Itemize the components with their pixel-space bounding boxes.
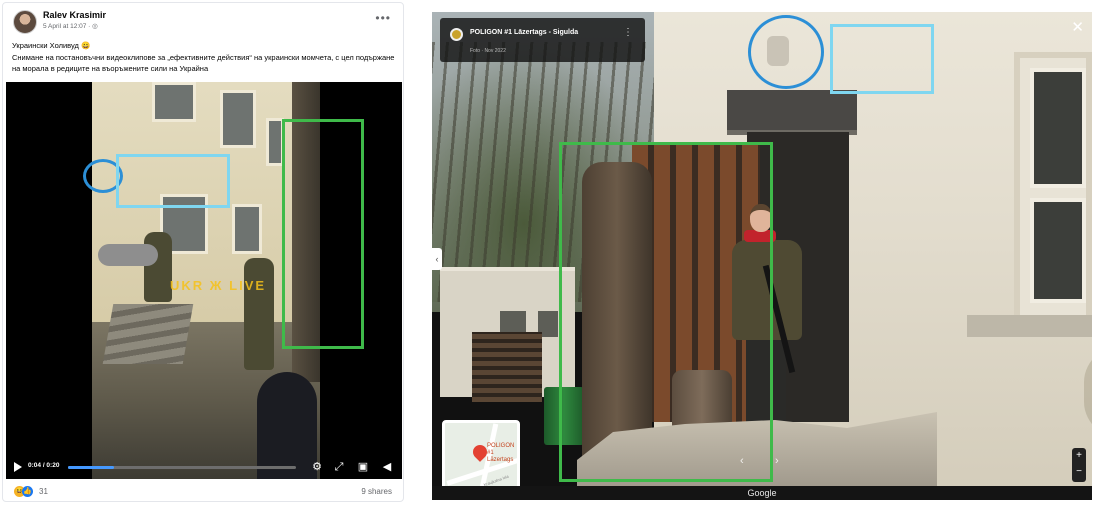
place-info-card[interactable]: POLIGON #1 Lāzertags - Sigulda Foto · No… bbox=[440, 18, 645, 62]
window-pane bbox=[1030, 198, 1086, 303]
building-window bbox=[1014, 52, 1092, 337]
green-barrel bbox=[544, 387, 584, 445]
jacket bbox=[732, 240, 802, 340]
window bbox=[220, 90, 256, 148]
video-frame: UKR Ж LIVE bbox=[92, 82, 320, 479]
window bbox=[232, 204, 262, 254]
menu-dots-icon[interactable]: ⋮ bbox=[623, 27, 633, 38]
fullscreen-icon[interactable]: ⤢ bbox=[332, 460, 346, 474]
soldier bbox=[144, 232, 172, 302]
head bbox=[750, 204, 772, 232]
place-avatar bbox=[450, 28, 463, 41]
post-text-line: Украински Холивуд 😀 bbox=[12, 41, 91, 50]
post-header: Ralev Krasimir 5 April at 12:07 · ◎ ••• bbox=[11, 8, 397, 38]
photo-date: Foto · Nov 2022 bbox=[470, 48, 506, 54]
close-icon[interactable]: ✕ bbox=[1071, 18, 1084, 36]
facebook-post: Ralev Krasimir 5 April at 12:07 · ◎ ••• … bbox=[2, 2, 404, 502]
reactions[interactable]: 😆 👍 bbox=[14, 486, 38, 498]
legs bbox=[746, 338, 786, 424]
window bbox=[152, 82, 196, 122]
author-name[interactable]: Ralev Krasimir bbox=[43, 10, 106, 20]
like-icon: 👍 bbox=[22, 486, 33, 497]
avatar[interactable] bbox=[13, 10, 37, 34]
video-controls: 0:04 / 0:20 ⚙ ⤢ ▣ ◀ bbox=[6, 457, 402, 479]
arrow-right-icon[interactable]: › bbox=[775, 455, 779, 467]
pallets bbox=[472, 332, 542, 402]
stairs bbox=[102, 304, 194, 364]
settings-icon[interactable]: ⚙ bbox=[310, 460, 324, 474]
video-watermark: UKR Ж LIVE bbox=[170, 278, 267, 293]
post-footer: 😆 👍 31 9 shares bbox=[6, 482, 402, 501]
zoom-icon[interactable]: + − bbox=[1072, 448, 1086, 482]
progress-bar[interactable] bbox=[68, 466, 296, 469]
pip-icon[interactable]: ▣ bbox=[356, 460, 370, 474]
wall-stain bbox=[1084, 342, 1092, 442]
play-icon[interactable] bbox=[14, 462, 22, 472]
minimap-label: POLIGON #1 Lāzertags bbox=[487, 443, 515, 463]
video-time: 0:04 / 0:20 bbox=[28, 462, 60, 469]
video-player[interactable]: UKR Ж LIVE 0:04 / 0:20 ⚙ ⤢ ▣ ◀ bbox=[6, 82, 402, 479]
window bbox=[266, 118, 284, 166]
soldier bbox=[244, 258, 274, 370]
door-lintel bbox=[727, 90, 857, 135]
shares-count[interactable]: 9 shares bbox=[361, 487, 392, 496]
tree-trunk bbox=[582, 162, 652, 462]
post-time-text: 5 April at 12:07 · bbox=[43, 23, 91, 30]
post-text-line: Снимане на постановъчни видеоклипове за … bbox=[12, 53, 395, 73]
place-title[interactable]: POLIGON #1 Lāzertags - Sigulda bbox=[470, 29, 578, 36]
comparison-screenshot: Ralev Krasimir 5 April at 12:07 · ◎ ••• … bbox=[0, 0, 1100, 506]
more-icon[interactable]: ••• bbox=[375, 11, 391, 25]
volume-icon[interactable]: ◀ bbox=[380, 460, 394, 474]
tree bbox=[292, 82, 320, 382]
window-sill bbox=[967, 315, 1092, 337]
window-pane bbox=[1030, 68, 1086, 188]
arrow-left-icon[interactable]: ‹ bbox=[432, 248, 442, 270]
google-footer: Google bbox=[432, 486, 1092, 500]
wall-fixture bbox=[767, 36, 789, 66]
microphone-boom bbox=[98, 244, 158, 266]
post-text: Украински Холивуд 😀 Снимане на постановъ… bbox=[12, 40, 400, 75]
reaction-count[interactable]: 31 bbox=[39, 487, 48, 496]
street-view-panorama[interactable]: POLIGON #1 Lāzertags - Sigulda Foto · No… bbox=[432, 12, 1092, 500]
globe-icon: ◎ bbox=[92, 23, 98, 30]
arrow-left-icon[interactable]: ‹ bbox=[740, 455, 744, 467]
person-in-camouflage bbox=[732, 204, 812, 424]
progress-fill bbox=[68, 466, 114, 469]
post-time[interactable]: 5 April at 12:07 · ◎ bbox=[43, 22, 98, 30]
